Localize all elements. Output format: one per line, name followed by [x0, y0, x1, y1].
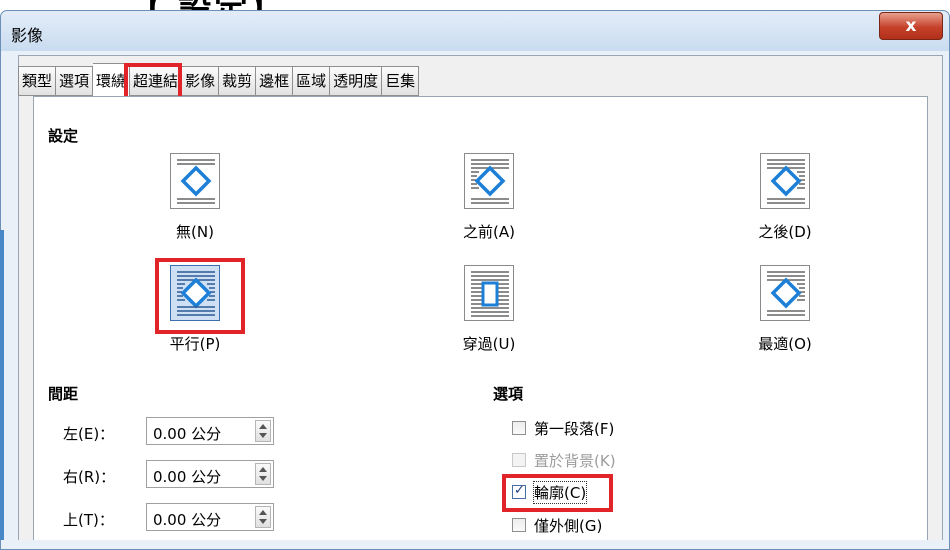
wrap-through-label: 穿過(U)	[462, 335, 516, 353]
spacing-left-spinner[interactable]: 0.00 公分	[146, 417, 274, 445]
in-background-checkbox[interactable]	[512, 453, 526, 467]
spin-buttons[interactable]	[255, 506, 271, 528]
spacing-right-spinner[interactable]: 0.00 公分	[146, 460, 274, 488]
spin-down-icon[interactable]	[259, 476, 267, 481]
tab-transparency[interactable]: 透明度	[330, 66, 383, 96]
contour-highlight-box	[502, 474, 613, 512]
spin-up-icon[interactable]	[259, 510, 267, 515]
spacing-heading: 間距	[48, 385, 79, 403]
tab-borders[interactable]: 邊框	[256, 66, 294, 96]
title-bar: 影像 x	[1, 11, 949, 51]
options-heading: 選項	[493, 385, 524, 403]
close-button[interactable]: x	[879, 12, 943, 40]
wrap-before-option[interactable]: 之前(A)	[429, 153, 549, 242]
outside-only-checkbox[interactable]	[512, 518, 526, 532]
wrap-optimal-option[interactable]: 最適(O)	[725, 265, 845, 354]
tab-type[interactable]: 類型	[18, 66, 57, 96]
spacing-top-value: 0.00 公分	[153, 511, 222, 529]
in-background-label: 置於背景(K)	[534, 452, 616, 470]
dialog-title: 影像	[11, 26, 44, 45]
wrap-optimal-label: 最適(O)	[758, 335, 812, 353]
spacing-right-value: 0.00 公分	[153, 468, 222, 486]
settings-heading: 設定	[48, 127, 79, 145]
tab-area[interactable]: 區域	[293, 66, 331, 96]
parallel-highlight-box	[155, 258, 245, 334]
tab-options[interactable]: 選項	[56, 66, 94, 96]
tab-bar: 類型 選項 環繞 超連結 影像 裁剪 邊框 區域 透明度 巨集	[18, 63, 420, 96]
spacing-right-label: 右(R)：	[63, 468, 116, 486]
spin-buttons[interactable]	[255, 420, 271, 442]
spacing-top-label: 上(T)：	[63, 511, 114, 529]
first-paragraph-checkbox[interactable]	[512, 421, 526, 435]
wrap-parallel-label: 平行(P)	[169, 335, 221, 353]
wrap-after-option[interactable]: 之後(D)	[725, 153, 845, 242]
first-paragraph-label: 第一段落(F)	[534, 420, 615, 438]
wrap-after-label: 之後(D)	[758, 223, 812, 241]
tab-macro[interactable]: 巨集	[382, 66, 420, 96]
window-edge-strip	[0, 230, 4, 540]
spacing-left-label: 左(E)：	[63, 425, 115, 443]
spin-up-icon[interactable]	[259, 467, 267, 472]
close-icon: x	[905, 16, 917, 36]
spin-up-icon[interactable]	[259, 424, 267, 429]
wrap-none-option[interactable]: 無(N)	[135, 153, 255, 242]
wrap-optimal-icon	[760, 265, 810, 321]
outside-only-label: 僅外側(G)	[534, 517, 603, 535]
spin-down-icon[interactable]	[259, 519, 267, 524]
wrap-before-icon	[464, 153, 514, 209]
wrap-through-icon	[464, 265, 514, 321]
spacing-left-value: 0.00 公分	[153, 425, 222, 443]
wrap-through-option[interactable]: 穿過(U)	[429, 265, 549, 354]
spacing-top-spinner[interactable]: 0.00 公分	[146, 503, 274, 531]
wrap-none-label: 無(N)	[176, 223, 214, 241]
tab-image[interactable]: 影像	[182, 66, 220, 96]
tab-crop[interactable]: 裁剪	[219, 66, 257, 96]
wrap-before-label: 之前(A)	[463, 223, 515, 241]
spin-down-icon[interactable]	[259, 433, 267, 438]
wrap-after-icon	[760, 153, 810, 209]
wrap-none-icon	[170, 153, 220, 209]
spin-buttons[interactable]	[255, 463, 271, 485]
